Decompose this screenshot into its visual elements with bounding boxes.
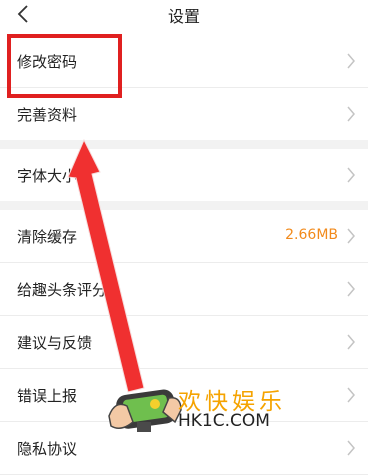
- settings-item-label: 隐私协议: [17, 440, 78, 458]
- watermark-site: HK1C.COM: [178, 411, 270, 431]
- chevron-right-icon: [347, 440, 355, 456]
- red-arrow-annotation: [67, 138, 145, 393]
